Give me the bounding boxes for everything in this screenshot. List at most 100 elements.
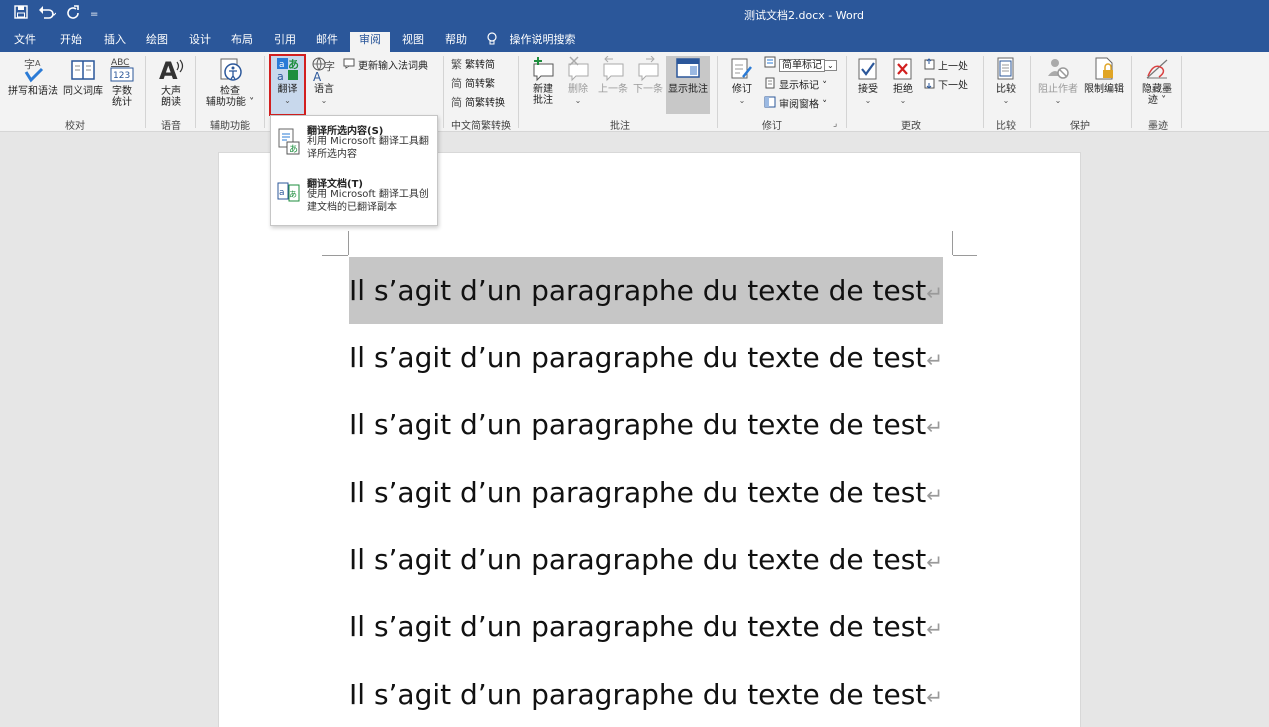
- block-authors-icon: [1048, 59, 1069, 79]
- reviewing-pane-icon: [764, 96, 776, 113]
- previous-comment-button[interactable]: 上一条: [596, 56, 630, 95]
- check-accessibility-button[interactable]: 检查 辅助功能 ˅: [200, 56, 260, 108]
- new-comment-button[interactable]: 新建 批注: [526, 56, 560, 106]
- hide-ink-label-2: 迹 ˅: [1147, 95, 1167, 106]
- document-page[interactable]: Il s’agit d’un paragraphe du texte de te…: [218, 152, 1081, 727]
- tab-home[interactable]: 开始: [54, 32, 88, 52]
- translate-label: 翻译: [277, 84, 298, 95]
- track-changes-icon: [731, 58, 752, 79]
- paragraph-mark: ↵: [926, 415, 944, 439]
- tell-me-search[interactable]: 操作说明搜索: [486, 32, 576, 48]
- compare-label: 比较: [996, 84, 1016, 95]
- restrict-editing-button[interactable]: 限制编辑: [1082, 56, 1126, 95]
- review-ribbon: 字A 拼写和语法 同义词库 ABC 123 字数 统计 校对 A 大声 朗读 语音…: [0, 52, 1269, 132]
- to-traditional-button[interactable]: 简简转繁: [451, 77, 495, 92]
- tab-help[interactable]: 帮助: [439, 32, 473, 52]
- paragraph-text: Il s’agit d’un paragraphe du texte de te…: [349, 678, 927, 711]
- markup-select[interactable]: 简单标记 ⌄: [764, 56, 837, 73]
- tab-references[interactable]: 引用: [268, 32, 302, 52]
- undo-icon[interactable]: [38, 5, 57, 24]
- paragraph-text: Il s’agit d’un paragraphe du texte de te…: [349, 610, 927, 643]
- accept-button[interactable]: 接受 ⌄: [853, 56, 883, 106]
- new-comment-label-2: 批注: [533, 95, 553, 106]
- update-ime-dictionary-button[interactable]: 更新输入法词典: [343, 58, 428, 74]
- hide-ink-button[interactable]: 隐藏墨 迹 ˅: [1136, 56, 1178, 106]
- quick-access-toolbar: =: [14, 5, 98, 24]
- group-separator: [264, 56, 265, 128]
- read-aloud-button[interactable]: A 大声 朗读: [152, 56, 190, 108]
- new-comment-label-1: 新建: [533, 84, 553, 95]
- to-simplified-button[interactable]: 繁繁转简: [451, 58, 495, 73]
- redo-icon[interactable]: [66, 5, 80, 24]
- reviewing-pane-button[interactable]: 审阅窗格 ˅: [764, 96, 827, 113]
- delete-comment-button[interactable]: 删除 ⌄: [562, 56, 594, 106]
- paragraph-mark: ↵: [926, 685, 944, 709]
- next-comment-button[interactable]: 下一条: [631, 56, 665, 95]
- tab-view[interactable]: 视图: [396, 32, 430, 52]
- dialog-launcher-icon[interactable]: ⌟: [833, 119, 837, 129]
- customize-qat-icon[interactable]: =: [90, 6, 98, 24]
- translate-button[interactable]: aあa 翻译 ⌄: [270, 56, 305, 106]
- markup-icon: [764, 56, 776, 73]
- tab-review[interactable]: 审阅: [350, 32, 390, 52]
- group-separator: [717, 56, 718, 128]
- chinese-convert-button[interactable]: 简简繁转换: [451, 96, 505, 111]
- group-separator: [443, 56, 444, 128]
- markup-select-value: 简单标记: [779, 58, 825, 72]
- compare-button[interactable]: 比较 ⌄: [990, 56, 1022, 106]
- paragraph[interactable]: Il s’agit d’un paragraphe du texte de te…: [349, 324, 943, 391]
- paragraph-text: Il s’agit d’un paragraphe du texte de te…: [349, 274, 927, 307]
- tab-mailings[interactable]: 邮件: [310, 32, 344, 52]
- hide-ink-label-1: 隐藏墨: [1142, 84, 1172, 95]
- compare-icon: [997, 57, 1014, 80]
- reject-button[interactable]: 拒绝 ⌄: [888, 56, 918, 106]
- thesaurus-button[interactable]: 同义词库: [62, 56, 104, 97]
- translate-selection-icon: あ: [277, 128, 301, 159]
- wordcount-label-2: 统计: [112, 97, 132, 108]
- next-change-button[interactable]: 下一处: [923, 77, 968, 94]
- svg-text:123: 123: [113, 71, 130, 81]
- language-icon: 字A: [312, 57, 335, 82]
- tab-design[interactable]: 设计: [183, 32, 217, 52]
- paragraph-selected[interactable]: Il s’agit d’un paragraphe du texte de te…: [349, 257, 944, 324]
- svg-text:ABC: ABC: [111, 58, 129, 68]
- chevron-down-icon: ⌄: [738, 96, 746, 105]
- accessibility-icon: [220, 58, 242, 81]
- word-count-button[interactable]: ABC 123 字数 统计: [108, 54, 136, 108]
- save-icon[interactable]: [14, 5, 28, 24]
- update-ime-label: 更新输入法词典: [358, 61, 428, 72]
- restrict-editing-label: 限制编辑: [1084, 84, 1124, 95]
- paragraph-text: Il s’agit d’un paragraphe du texte de te…: [349, 341, 927, 374]
- tab-file[interactable]: 文件: [8, 32, 42, 52]
- reject-icon: [893, 58, 912, 80]
- svg-text:a: a: [279, 60, 285, 70]
- show-markup-button[interactable]: 显示标记 ˅: [764, 77, 827, 94]
- paragraph[interactable]: Il s’agit d’un paragraphe du texte de te…: [349, 459, 943, 526]
- track-changes-button[interactable]: 修订 ⌄: [726, 56, 758, 106]
- translate-document-item[interactable]: aあ 翻译文档(T) 使用 Microsoft 翻译工具创建文档的已翻译副本: [277, 175, 435, 221]
- chevron-down-icon: ⌄: [284, 96, 291, 105]
- paragraph-mark: ↵: [926, 483, 944, 507]
- paragraph[interactable]: Il s’agit d’un paragraphe du texte de te…: [349, 391, 943, 458]
- paragraph[interactable]: Il s’agit d’un paragraphe du texte de te…: [349, 593, 943, 660]
- language-button[interactable]: 字A 语言 ⌄: [308, 56, 340, 106]
- svg-text:a: a: [279, 188, 285, 198]
- tab-draw[interactable]: 绘图: [140, 32, 174, 52]
- group-separator: [1181, 56, 1182, 128]
- svg-text:字: 字: [24, 57, 35, 71]
- translate-selection-item[interactable]: あ 翻译所选内容(S) 利用 Microsoft 翻译工具翻译所选内容: [277, 122, 435, 168]
- tab-layout[interactable]: 布局: [225, 32, 259, 52]
- lightbulb-icon: [486, 32, 502, 46]
- block-authors-button[interactable]: 阻止作者 ⌄: [1036, 56, 1080, 106]
- spelling-grammar-button[interactable]: 字A 拼写和语法: [6, 56, 60, 97]
- crop-mark: [952, 231, 953, 255]
- chevron-down-icon: ⌄: [864, 96, 872, 105]
- language-label: 语言: [314, 84, 334, 95]
- paragraph[interactable]: Il s’agit d’un paragraphe du texte de te…: [349, 661, 943, 727]
- tab-insert[interactable]: 插入: [98, 32, 132, 52]
- delete-comment-label: 删除: [568, 84, 588, 95]
- group-separator: [518, 56, 519, 128]
- paragraph[interactable]: Il s’agit d’un paragraphe du texte de te…: [349, 526, 943, 593]
- previous-change-button[interactable]: 上一处: [923, 58, 968, 75]
- show-comments-button[interactable]: 显示批注: [666, 56, 710, 95]
